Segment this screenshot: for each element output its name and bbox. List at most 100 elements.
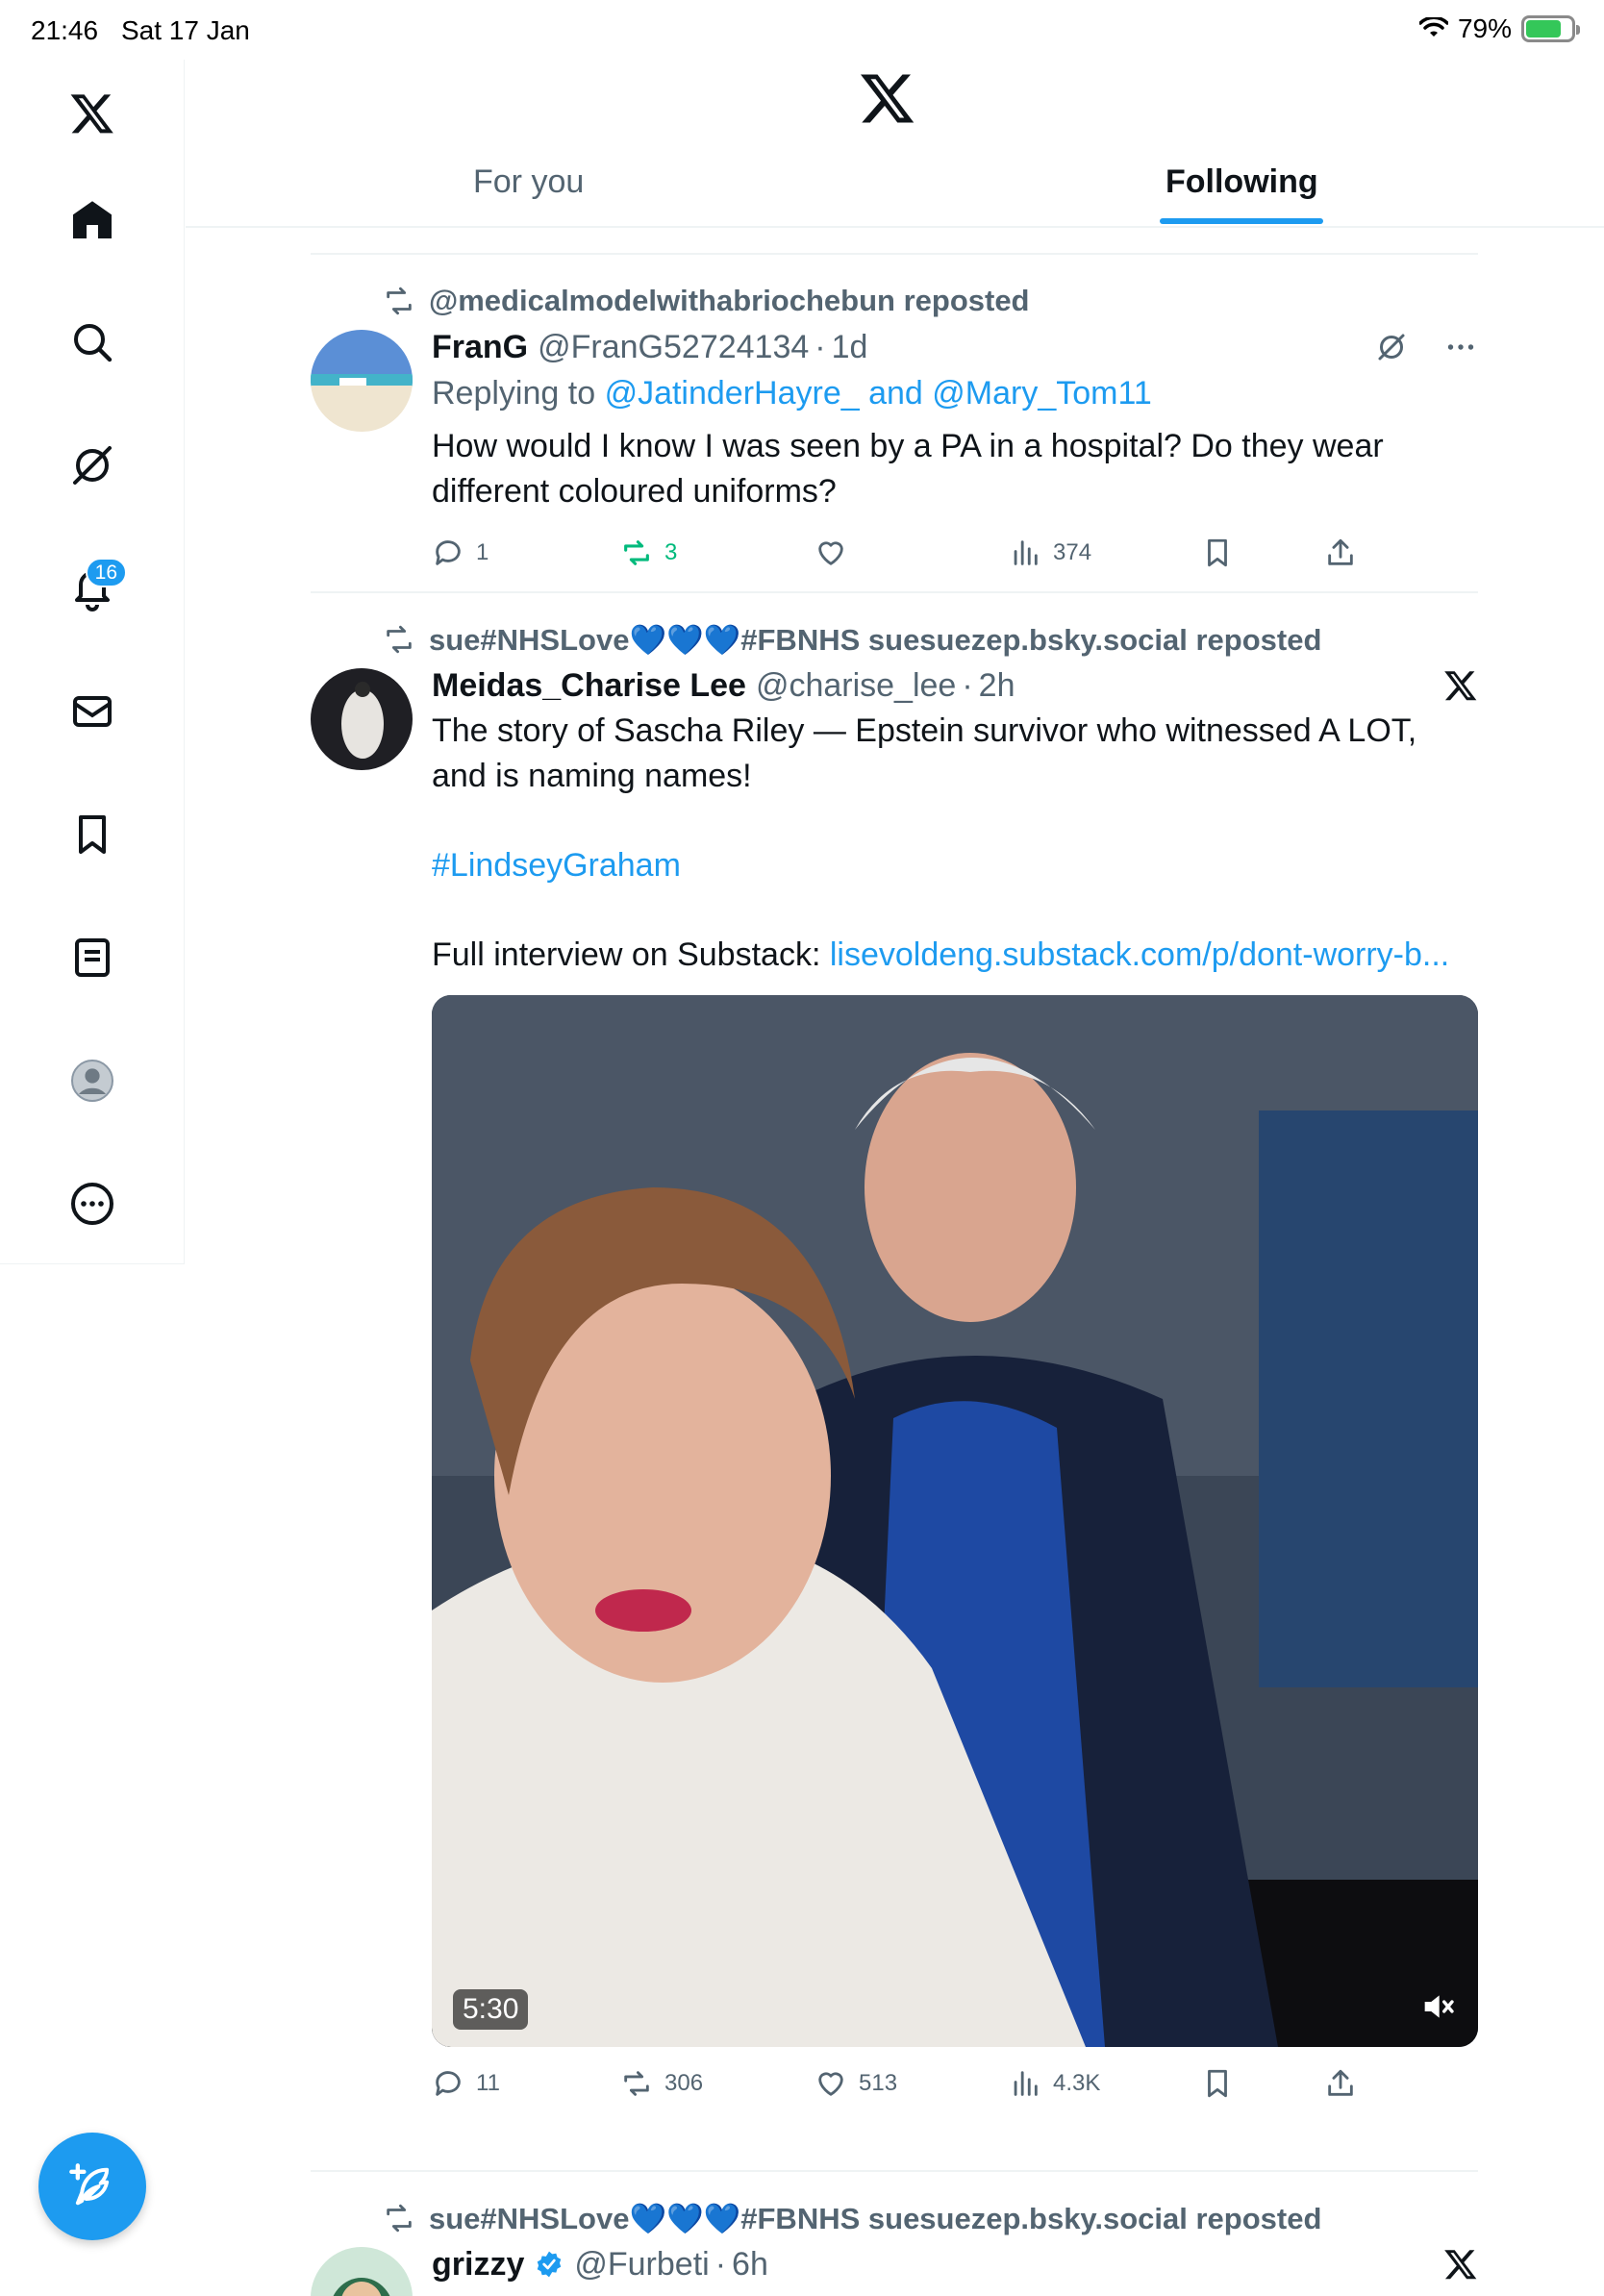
- repost-icon: [387, 625, 412, 654]
- share-icon: [1328, 538, 1353, 565]
- bookmark-button[interactable]: [1201, 2067, 1234, 2100]
- post-header: Meidas_Charise Lee @charise_lee · 2h: [432, 662, 1478, 709]
- author-handle[interactable]: @charise_lee: [756, 667, 956, 705]
- more-icon[interactable]: [54, 1165, 131, 1242]
- views-button[interactable]: 4.3K: [1009, 2067, 1100, 2100]
- like-button[interactable]: [815, 537, 859, 569]
- timeline-feed: @medicalmodelwithabriochebun reposted Fr…: [311, 253, 1478, 2296]
- mute-icon[interactable]: [1418, 1987, 1457, 2026]
- avatar[interactable]: [311, 2247, 413, 2296]
- profile-avatar-icon[interactable]: [54, 1042, 131, 1119]
- wifi-icon: [1418, 17, 1448, 37]
- x-logo-icon[interactable]: [54, 75, 131, 152]
- post-time[interactable]: 2h: [979, 667, 1015, 705]
- avatar[interactable]: [311, 668, 413, 770]
- repost-button[interactable]: 306: [620, 2067, 703, 2100]
- x-logo-icon: [861, 74, 915, 123]
- post-header-actions: [1374, 330, 1478, 364]
- video-duration: 5:30: [453, 1989, 529, 2030]
- x-logo-icon[interactable]: [1443, 668, 1478, 703]
- status-bar: 21:46 Sat 17 Jan 79%: [0, 0, 1604, 60]
- avatar[interactable]: [311, 330, 413, 432]
- views-icon: [1014, 540, 1038, 565]
- substack-prefix: Full interview on Substack:: [432, 936, 821, 973]
- views-button[interactable]: 374: [1009, 537, 1091, 569]
- repost-indicator: @medicalmodelwithabriochebun reposted: [311, 278, 1478, 324]
- repost-indicator: sue#NHSLove💙💙💙#FBNHS suesuezep.bsky.soci…: [311, 2195, 1478, 2241]
- post-text: The story of Sascha Riley — Epstein surv…: [432, 712, 1417, 794]
- substack-line: Full interview on Substack: lisevoldeng.…: [432, 933, 1478, 978]
- repost-icon: [387, 287, 412, 315]
- separator-dot: ·: [815, 328, 826, 365]
- status-right: 79%: [1418, 13, 1580, 44]
- author-name[interactable]: grizzy: [432, 2246, 524, 2284]
- bookmarks-icon[interactable]: [54, 796, 131, 873]
- tab-following[interactable]: Following: [1165, 163, 1318, 201]
- separator-dot: ·: [714, 2245, 727, 2283]
- post-header: FranG @FranG52724134 · 1d: [432, 324, 1478, 370]
- author-handle[interactable]: @Furbeti: [574, 2246, 709, 2284]
- view-count: 374: [1053, 539, 1092, 565]
- author-name[interactable]: FranG: [432, 329, 528, 366]
- views-icon: [1014, 2071, 1038, 2096]
- repost-indicator: sue#NHSLove💙💙💙#FBNHS suesuezep.bsky.soci…: [311, 616, 1478, 662]
- feather-plus-icon: [69, 2163, 110, 2206]
- reply-icon: [436, 540, 461, 565]
- author-handle[interactable]: @FranG52724134: [538, 329, 809, 366]
- post-time[interactable]: 1d: [832, 329, 868, 366]
- share-icon: [1328, 2069, 1353, 2096]
- search-icon[interactable]: [54, 304, 131, 381]
- bookmark-button[interactable]: [1201, 537, 1234, 569]
- status-date: Sat 17 Jan: [121, 15, 250, 45]
- reply-button[interactable]: 11: [432, 2067, 500, 2100]
- post-header-actions: [1443, 2247, 1478, 2282]
- heart-icon: [818, 541, 843, 565]
- more-options-icon[interactable]: [1443, 330, 1478, 364]
- bookmark-icon: [1208, 538, 1227, 567]
- timeline-header: For you Following: [186, 60, 1604, 228]
- verified-badge-icon: [538, 2251, 562, 2278]
- replying-to: Replying to @JatinderHayre_ and @Mary_To…: [432, 370, 1478, 416]
- tab-for-you[interactable]: For you: [473, 163, 584, 201]
- post[interactable]: sue#NHSLove💙💙💙#FBNHS suesuezep.bsky.soci…: [311, 2172, 1478, 2296]
- post[interactable]: sue#NHSLove💙💙💙#FBNHS suesuezep.bsky.soci…: [311, 593, 1478, 2170]
- like-button[interactable]: 513: [815, 2067, 897, 2100]
- post-actions: 11 306 513 4.3K: [432, 2055, 1478, 2112]
- home-icon[interactable]: [54, 181, 131, 258]
- post-time[interactable]: 6h: [732, 2246, 768, 2284]
- notifications-badge: 16: [85, 558, 127, 587]
- repost-icon: [624, 2071, 649, 2096]
- grok-icon[interactable]: [54, 427, 131, 504]
- video-player[interactable]: 5:30: [432, 995, 1478, 2047]
- repost-icon: [624, 540, 649, 565]
- reply-button[interactable]: 1: [432, 537, 489, 569]
- bookmark-icon: [1208, 2069, 1227, 2098]
- post-hashtag[interactable]: #LindseyGraham: [432, 843, 1478, 888]
- repost-count: 306: [664, 2070, 704, 2096]
- reply-icon: [436, 2071, 461, 2096]
- post[interactable]: @medicalmodelwithabriochebun reposted Fr…: [311, 255, 1478, 591]
- author-name[interactable]: Meidas_Charise Lee: [432, 667, 746, 705]
- like-count: 513: [859, 2070, 898, 2096]
- lists-icon[interactable]: [54, 919, 131, 996]
- x-logo-icon[interactable]: [1443, 2247, 1478, 2282]
- share-button[interactable]: [1324, 2067, 1357, 2100]
- post-text: How would I know I was seen by a PA in a…: [432, 428, 1384, 510]
- repost-count: 3: [664, 539, 678, 565]
- sidebar: 16: [0, 60, 185, 1264]
- battery-icon: [1521, 15, 1580, 42]
- messages-icon[interactable]: [54, 673, 131, 750]
- notifications-icon[interactable]: 16: [54, 550, 131, 627]
- status-time: 21:46: [31, 15, 99, 45]
- substack-link[interactable]: lisevoldeng.substack.com/p/dont-worry-b.…: [830, 936, 1449, 973]
- grok-icon[interactable]: [1374, 330, 1409, 364]
- compose-button[interactable]: [38, 2133, 146, 2240]
- repost-by: @medicalmodelwithabriochebun reposted: [429, 284, 1030, 317]
- repost-button[interactable]: 3: [620, 537, 677, 569]
- replying-users[interactable]: @JatinderHayre_ and @Mary_Tom11: [605, 375, 1152, 412]
- heart-icon: [818, 2072, 843, 2096]
- active-tab-indicator: [1160, 218, 1323, 224]
- share-button[interactable]: [1324, 537, 1357, 569]
- repost-icon: [387, 2204, 412, 2233]
- view-count: 4.3K: [1053, 2070, 1101, 2096]
